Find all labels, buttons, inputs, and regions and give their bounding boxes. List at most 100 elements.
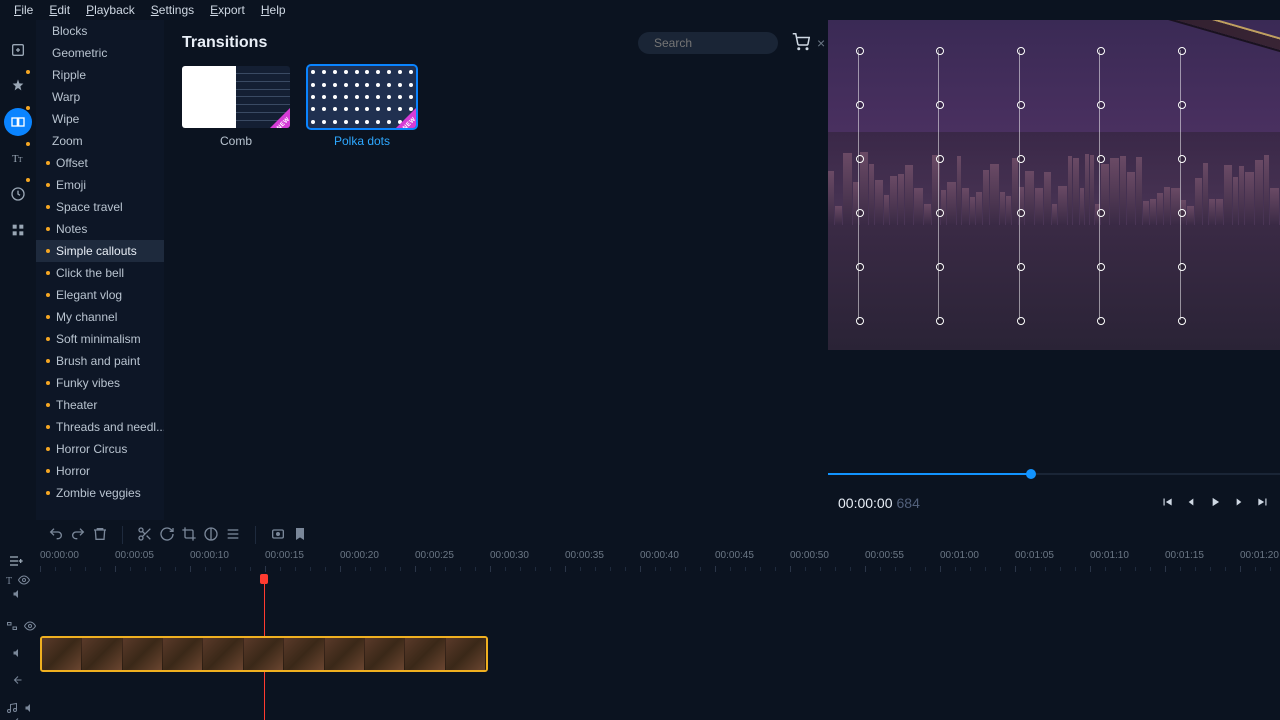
category-list[interactable]: BlocksGeometricRippleWarpWipeZoomOffsetE… xyxy=(36,20,164,520)
ruler-tick: 00:00:30 xyxy=(490,550,529,561)
preview-canvas[interactable] xyxy=(828,20,1280,350)
ruler-tick: 00:00:25 xyxy=(415,550,454,561)
transition-thumb[interactable]: NEWPolka dots xyxy=(308,66,416,148)
category-item[interactable]: Simple callouts xyxy=(36,240,164,262)
track-link-icon[interactable] xyxy=(6,620,18,635)
menu-help[interactable]: Help xyxy=(253,1,294,19)
clear-search-icon[interactable]: × xyxy=(817,35,825,51)
category-item[interactable]: Brush and paint xyxy=(36,350,164,372)
category-item[interactable]: Horror Circus xyxy=(36,438,164,460)
track-back-icon[interactable] xyxy=(12,674,24,689)
rotate-icon[interactable] xyxy=(159,526,175,545)
skip-end-icon[interactable] xyxy=(1256,495,1270,512)
skip-start-icon[interactable] xyxy=(1160,495,1174,512)
ruler-tick: 00:00:00 xyxy=(40,550,79,561)
marker-icon[interactable] xyxy=(292,526,308,545)
category-item[interactable]: Elegant vlog xyxy=(36,284,164,306)
category-item[interactable]: Horror xyxy=(36,460,164,482)
category-item[interactable]: Notes xyxy=(36,218,164,240)
category-item[interactable]: Zoom xyxy=(36,130,164,152)
svg-text:T: T xyxy=(18,155,23,164)
add-track-icon[interactable] xyxy=(8,553,24,572)
ruler-tick: 00:00:05 xyxy=(115,550,154,561)
ruler-tick: 00:00:55 xyxy=(865,550,904,561)
menubar: FileEditPlaybackSettingsExportHelp xyxy=(0,0,1280,20)
category-item[interactable]: Soft minimalism xyxy=(36,328,164,350)
menu-edit[interactable]: Edit xyxy=(41,1,78,19)
ruler-tick: 00:01:20 xyxy=(1240,550,1279,561)
filters-icon[interactable] xyxy=(4,68,32,104)
record-voiceover-icon[interactable] xyxy=(270,526,286,545)
transitions-icon[interactable] xyxy=(4,104,32,140)
ruler-tick: 00:01:05 xyxy=(1015,550,1054,561)
category-item[interactable]: Blocks xyxy=(36,20,164,42)
delete-icon[interactable] xyxy=(92,526,108,545)
track-back-icon[interactable] xyxy=(12,716,24,720)
category-item[interactable]: Ripple xyxy=(36,64,164,86)
more-icon[interactable] xyxy=(4,212,32,248)
track-mute-icon[interactable] xyxy=(12,647,24,662)
step-fwd-icon[interactable] xyxy=(1232,495,1246,512)
ruler-tick: 00:00:50 xyxy=(790,550,829,561)
ruler-tick: 00:00:45 xyxy=(715,550,754,561)
ruler-tick: 00:00:10 xyxy=(190,550,229,561)
thumb-label: Polka dots xyxy=(334,134,390,148)
undo-icon[interactable] xyxy=(48,526,64,545)
preview-scrubber[interactable] xyxy=(828,464,1280,484)
category-item[interactable]: My channel xyxy=(36,306,164,328)
category-item[interactable]: Theater xyxy=(36,394,164,416)
timecode-display: 00:00:00684 xyxy=(838,495,920,511)
category-item[interactable]: Wipe xyxy=(36,108,164,130)
category-item[interactable]: Threads and needl... xyxy=(36,416,164,438)
panel-title: Transitions xyxy=(182,34,267,52)
timeline-ruler[interactable]: 00:00:00 00:00:05 00:00:10 00:00:15 00:00:20… xyxy=(0,550,1280,574)
timeline-tracks[interactable]: T xyxy=(0,574,1280,720)
import-icon[interactable] xyxy=(4,32,32,68)
category-item[interactable]: Warp xyxy=(36,86,164,108)
search-box[interactable]: × xyxy=(638,32,778,54)
track-mute-icon[interactable] xyxy=(12,588,24,603)
menu-settings[interactable]: Settings xyxy=(143,1,202,19)
track-mute-icon[interactable] xyxy=(24,702,36,717)
video-clip[interactable] xyxy=(40,636,488,672)
ruler-tick: 00:01:00 xyxy=(940,550,979,561)
redo-icon[interactable] xyxy=(70,526,86,545)
category-item[interactable]: Emoji xyxy=(36,174,164,196)
audio-track-icon xyxy=(6,702,18,717)
split-icon[interactable] xyxy=(137,526,153,545)
thumb-label: Comb xyxy=(220,134,252,148)
ruler-tick: 00:00:15 xyxy=(265,550,304,561)
ruler-tick: 00:01:15 xyxy=(1165,550,1204,561)
track-visibility-icon[interactable] xyxy=(18,574,30,589)
step-back-icon[interactable] xyxy=(1184,495,1198,512)
color-adjust-icon[interactable] xyxy=(203,526,219,545)
menu-file[interactable]: File xyxy=(6,1,41,19)
clip-properties-icon[interactable] xyxy=(225,526,241,545)
tool-rail: TT xyxy=(0,20,36,520)
category-item[interactable]: Geometric xyxy=(36,42,164,64)
ruler-tick: 00:00:40 xyxy=(640,550,679,561)
timeline-toolbar xyxy=(0,520,1280,550)
track-visibility-icon[interactable] xyxy=(24,620,36,635)
category-item[interactable]: Zombie veggies xyxy=(36,482,164,504)
preview-panel: 00:00:00684 xyxy=(828,20,1280,520)
menu-export[interactable]: Export xyxy=(202,1,253,19)
titles-icon[interactable]: TT xyxy=(4,140,32,176)
transition-thumbs: NEWCombNEWPolka dots xyxy=(182,66,810,148)
ruler-tick: 00:00:20 xyxy=(340,550,379,561)
stickers-icon[interactable] xyxy=(4,176,32,212)
ruler-tick: 00:00:35 xyxy=(565,550,604,561)
scrubber-knob[interactable] xyxy=(1026,469,1036,479)
content-panel: Transitions × NEWCombNEWPolka dots xyxy=(164,20,828,520)
search-input[interactable] xyxy=(652,35,811,51)
cart-icon[interactable] xyxy=(792,33,810,54)
crop-icon[interactable] xyxy=(181,526,197,545)
menu-playback[interactable]: Playback xyxy=(78,1,143,19)
category-item[interactable]: Funky vibes xyxy=(36,372,164,394)
category-item[interactable]: Space travel xyxy=(36,196,164,218)
category-item[interactable]: Offset xyxy=(36,152,164,174)
play-icon[interactable] xyxy=(1208,495,1222,512)
category-item[interactable]: Click the bell xyxy=(36,262,164,284)
transition-thumb[interactable]: NEWComb xyxy=(182,66,290,148)
ruler-tick: 00:01:10 xyxy=(1090,550,1129,561)
